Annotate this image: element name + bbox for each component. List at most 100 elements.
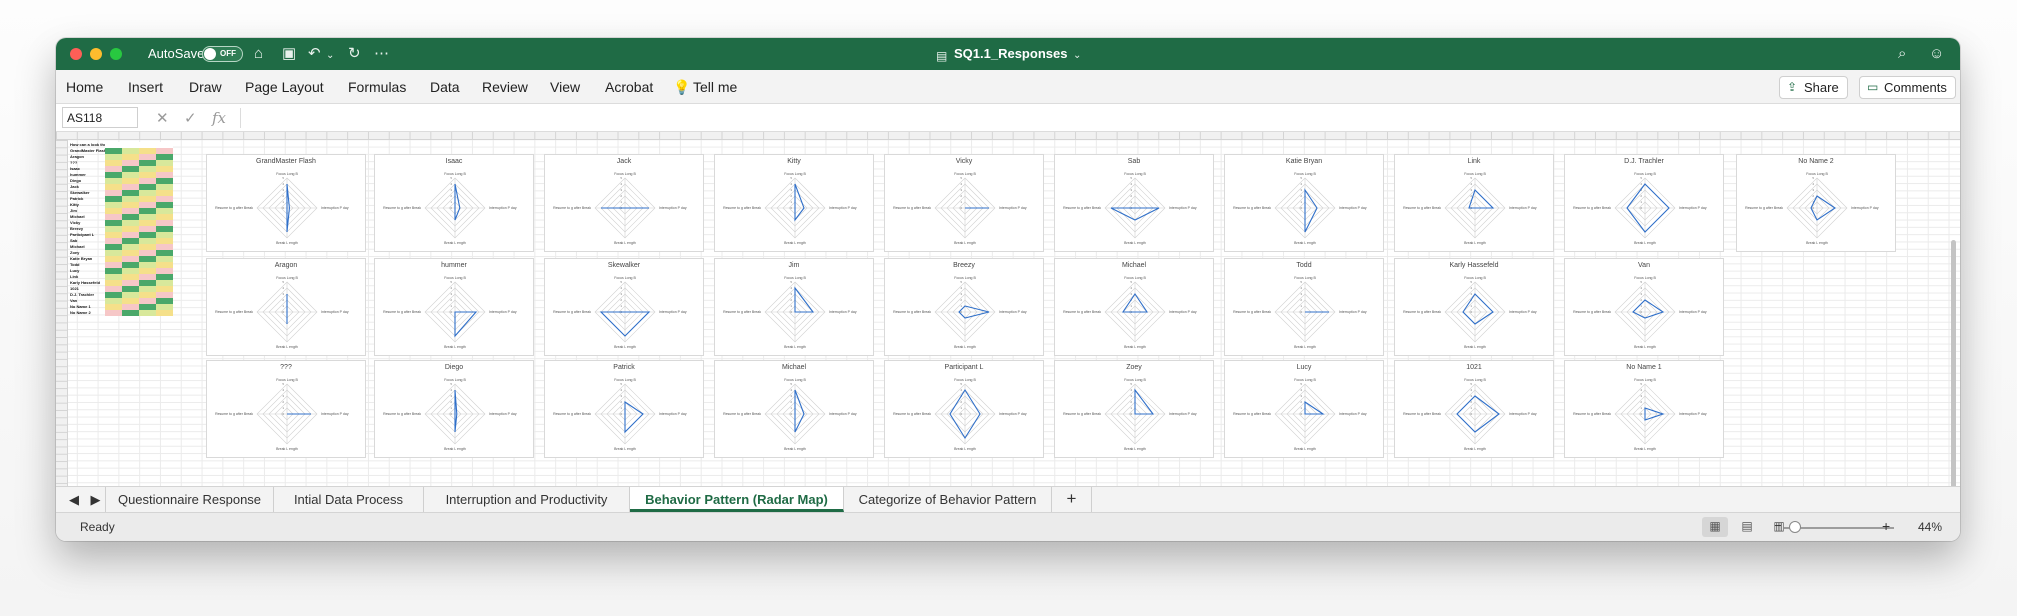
- confirm-icon[interactable]: ✓: [184, 109, 197, 127]
- zoom-minus-icon[interactable]: −: [1774, 518, 1782, 533]
- account-icon[interactable]: ☺: [1929, 45, 1944, 63]
- radar-chart[interactable]: Todd Focus Long B Interruption P day Break …: [1224, 258, 1384, 356]
- vertical-scrollbar[interactable]: [1951, 240, 1956, 486]
- lightbulb-icon: 💡: [673, 79, 691, 95]
- tick-label: 2: [1640, 400, 1642, 404]
- radar-chart[interactable]: GrandMaster Flash Focus Long B Interruptio…: [206, 154, 366, 252]
- redo-icon[interactable]: ↻: [348, 45, 361, 63]
- tick-label: 4: [1130, 388, 1132, 392]
- search-icon[interactable]: ⌕: [1898, 45, 1906, 63]
- radar-chart[interactable]: 1021 Focus Long B Interruption P day Break …: [1394, 360, 1554, 458]
- radar-plot: Focus Long B Interruption P day Break L en…: [1573, 276, 1707, 349]
- tick-label: 4: [450, 286, 452, 290]
- tick-label: 3: [1130, 394, 1132, 398]
- tab-categorize-behavior-pattern[interactable]: Categorize of Behavior Pattern: [844, 487, 1052, 512]
- radar-chart[interactable]: No Name 2 Focus Long B Interruption P day B…: [1736, 154, 1896, 252]
- axis-label: Break L ength: [1124, 345, 1146, 349]
- more-icon[interactable]: ⋯: [374, 45, 389, 63]
- tab-review[interactable]: Review: [482, 79, 528, 95]
- tick-label: 2: [620, 298, 622, 302]
- save-icon[interactable]: ▣: [282, 45, 296, 63]
- title-bar: AutoSave OFF ⌂ ▣ ↶ ⌄ ↻ ⋯ ▤ SQ1.1_Respons…: [56, 38, 1960, 70]
- tick-label: 5: [282, 176, 284, 180]
- radar-chart[interactable]: Aragon Focus Long B Interruption P day Brea…: [206, 258, 366, 356]
- radar-chart[interactable]: Link Focus Long B Interruption P day Break …: [1394, 154, 1554, 252]
- name-box[interactable]: AS118: [62, 107, 138, 128]
- prev-sheet-icon[interactable]: ◀: [64, 487, 84, 512]
- radar-chart[interactable]: Michael Focus Long B Interruption P day Bre…: [1054, 258, 1214, 356]
- radar-chart[interactable]: Katie Bryan Focus Long B Interruption P da…: [1224, 154, 1384, 252]
- worksheet-grid[interactable]: How can a look the leGrandMaster FlashAr…: [56, 132, 1960, 486]
- tab-intial-data-process[interactable]: Intial Data Process: [274, 487, 424, 512]
- axis-label: Break L ength: [1294, 241, 1316, 245]
- add-sheet-button[interactable]: +: [1052, 487, 1092, 512]
- share-button[interactable]: ⇪ Share: [1779, 76, 1848, 99]
- radar-chart[interactable]: Isaac Focus Long B Interruption P day Break…: [374, 154, 534, 252]
- column-headers[interactable]: [56, 132, 1960, 140]
- zoom-in-button[interactable]: +: [1882, 518, 1890, 534]
- tell-me-search[interactable]: Tell me: [693, 79, 737, 95]
- radar-chart[interactable]: Participant L Focus Long B Interruption P …: [884, 360, 1044, 458]
- radar-chart[interactable]: Sab Focus Long B Interruption P day Break L…: [1054, 154, 1214, 252]
- row-headers[interactable]: [56, 140, 68, 486]
- table-cell[interactable]: [105, 310, 122, 316]
- radar-chart[interactable]: Jim Focus Long B Interruption P day Break L…: [714, 258, 874, 356]
- minimize-window-button[interactable]: [90, 48, 102, 60]
- radar-chart[interactable]: D.J. Trachler Focus Long B Interruption P …: [1564, 154, 1724, 252]
- axis-label: Interruption P day: [321, 310, 349, 314]
- radar-chart[interactable]: Breezy Focus Long B Interruption P day Brea…: [884, 258, 1044, 356]
- tick-label: 5: [450, 176, 452, 180]
- radar-chart[interactable]: Zoey Focus Long B Interruption P day Break …: [1054, 360, 1214, 458]
- tick-label: 1: [450, 406, 452, 410]
- home-icon[interactable]: ⌂: [254, 45, 263, 63]
- radar-chart[interactable]: Jack Focus Long B Interruption P day Break …: [544, 154, 704, 252]
- autosave-toggle[interactable]: OFF: [202, 46, 243, 62]
- tab-questionnaire-response[interactable]: Questionnaire Response: [106, 487, 274, 512]
- radar-chart[interactable]: Kitty Focus Long B Interruption P day Break…: [714, 154, 874, 252]
- tab-interruption-productivity[interactable]: Interruption and Productivity: [424, 487, 630, 512]
- comments-button[interactable]: ▭ Comments: [1859, 76, 1956, 99]
- radar-chart[interactable]: Karly Hassefeld Focus Long B Interruption …: [1394, 258, 1554, 356]
- radar-chart[interactable]: Skewalker Focus Long B Interruption P day B…: [544, 258, 704, 356]
- tab-data[interactable]: Data: [430, 79, 460, 95]
- tab-draw[interactable]: Draw: [189, 79, 222, 95]
- undo-icon[interactable]: ↶: [308, 45, 321, 63]
- function-icon[interactable]: fx: [212, 109, 226, 127]
- tab-acrobat[interactable]: Acrobat: [605, 79, 653, 95]
- cancel-icon[interactable]: ✕: [156, 109, 169, 127]
- tab-behavior-pattern-radar-map[interactable]: Behavior Pattern (Radar Map): [630, 487, 844, 512]
- normal-view-icon[interactable]: ▦: [1702, 517, 1728, 537]
- document-title[interactable]: SQ1.1_Responses: [954, 46, 1067, 61]
- tab-page-layout[interactable]: Page Layout: [245, 79, 324, 95]
- table-cell[interactable]: [139, 310, 156, 316]
- undo-dropdown-icon[interactable]: ⌄: [326, 47, 334, 65]
- radar-chart[interactable]: hummer Focus Long B Interruption P day Brea…: [374, 258, 534, 356]
- table-cell[interactable]: [156, 310, 173, 316]
- radar-chart[interactable]: Patrick Focus Long B Interruption P day Bre…: [544, 360, 704, 458]
- tick-label: 4: [790, 286, 792, 290]
- axis-label: Interruption P day: [999, 412, 1027, 416]
- axis-label: Break L ength: [444, 345, 466, 349]
- axis-label: Resume to g after Break: [215, 206, 253, 210]
- radar-chart[interactable]: Vicky Focus Long B Interruption P day Break…: [884, 154, 1044, 252]
- tab-home[interactable]: Home: [66, 79, 103, 95]
- radar-chart[interactable]: ??? Focus Long B Interruption P day Break L…: [206, 360, 366, 458]
- close-window-button[interactable]: [70, 48, 82, 60]
- zoom-window-button[interactable]: [110, 48, 122, 60]
- table-cell[interactable]: [122, 310, 139, 316]
- tab-insert[interactable]: Insert: [128, 79, 163, 95]
- page-layout-view-icon[interactable]: ▤: [1734, 517, 1760, 537]
- axis-label: Break L ength: [784, 345, 806, 349]
- radar-chart[interactable]: No Name 1 Focus Long B Interruption P day B…: [1564, 360, 1724, 458]
- tick-label: 5: [1470, 176, 1472, 180]
- radar-chart[interactable]: Van Focus Long B Interruption P day Break L…: [1564, 258, 1724, 356]
- zoom-slider-handle[interactable]: [1789, 521, 1801, 533]
- tab-formulas[interactable]: Formulas: [348, 79, 406, 95]
- tick-label: 4: [282, 388, 284, 392]
- next-sheet-icon[interactable]: ▶: [86, 487, 106, 512]
- radar-chart[interactable]: Lucy Focus Long B Interruption P day Break …: [1224, 360, 1384, 458]
- radar-chart[interactable]: Michael Focus Long B Interruption P day Bre…: [714, 360, 874, 458]
- title-chevron-icon[interactable]: ⌄: [1073, 47, 1081, 65]
- tab-view[interactable]: View: [550, 79, 580, 95]
- radar-chart[interactable]: Diego Focus Long B Interruption P day Break…: [374, 360, 534, 458]
